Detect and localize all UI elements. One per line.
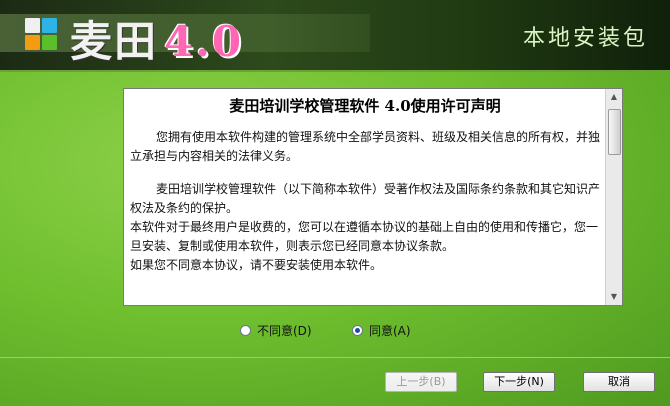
license-text-area[interactable]: 麦田培训学校管理软件 4.0使用许可声明 您拥有使用本软件构建的管理系统中全部学… [123, 88, 623, 306]
cancel-button[interactable]: 取消 [583, 372, 655, 392]
logo-tile-white [25, 18, 40, 33]
license-paragraph-3: 本软件对于最终用户是收费的，您可以在遵循本协议的基础上自由的使用和传播它，您一旦… [130, 220, 599, 253]
agree-radio[interactable]: 同意(A) [352, 322, 411, 339]
disagree-radio[interactable]: 不同意(D) [240, 322, 312, 339]
license-paragraph-1: 您拥有使用本软件构建的管理系统中全部学员资料、班级及相关信息的所有权，并独立承担… [130, 130, 601, 163]
agree-label: 同意(A) [369, 324, 411, 338]
next-button[interactable]: 下一步(N) [483, 372, 555, 392]
scroll-thumb[interactable] [608, 109, 621, 155]
license-content: 麦田培训学校管理软件 4.0使用许可声明 您拥有使用本软件构建的管理系统中全部学… [124, 89, 606, 275]
logo-tile-orange [25, 35, 40, 50]
header-banner: 麦田 4.0 本地安装包 [0, 0, 670, 72]
logo-tile-green [42, 35, 57, 50]
disagree-radio-dot[interactable] [240, 325, 251, 336]
disagree-label: 不同意(D) [257, 324, 312, 338]
brand-title: 麦田 4.0 [70, 8, 243, 69]
license-paragraph-4: 如果您不同意本协议，请不要安装使用本软件。 [130, 258, 383, 272]
scroll-down-arrow-icon[interactable]: ▼ [606, 289, 622, 305]
brand-name: 麦田 [70, 17, 159, 66]
agree-radio-dot[interactable] [352, 325, 363, 336]
footer-divider [0, 357, 670, 358]
license-title: 麦田培训学校管理软件 4.0使用许可声明 [229, 97, 501, 115]
scroll-up-arrow-icon[interactable]: ▲ [606, 89, 622, 105]
windows-logo-icon [25, 18, 57, 50]
license-paragraph-2: 麦田培训学校管理软件（以下简称本软件）受著作权法及国际条约条款和其它知识产权法及… [130, 182, 601, 215]
brand-version: 4.0 [164, 17, 244, 66]
logo-tile-blue [42, 18, 57, 33]
back-button[interactable]: 上一步(B) [385, 372, 457, 392]
installer-subtitle: 本地安装包 [522, 26, 648, 51]
vertical-scrollbar[interactable]: ▲ ▼ [605, 89, 622, 305]
